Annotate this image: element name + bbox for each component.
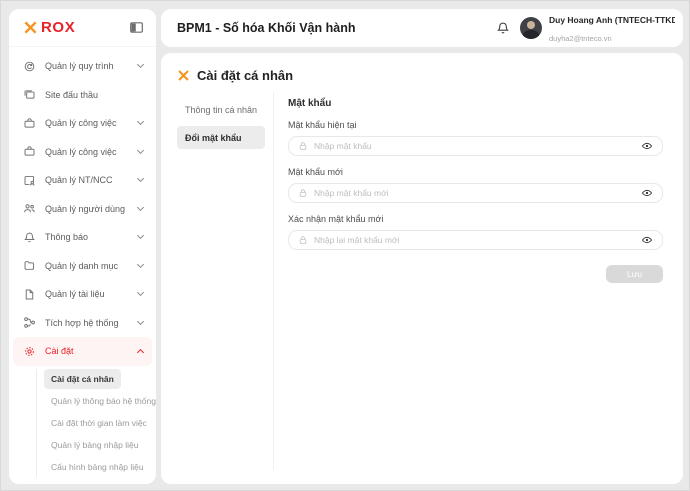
bell-icon xyxy=(23,231,36,244)
tab-personal-info[interactable]: Thông tin cá nhân xyxy=(177,98,265,121)
bell-icon[interactable] xyxy=(496,21,510,35)
panel-collapse-icon[interactable] xyxy=(129,20,144,35)
logo-row: ROX xyxy=(9,9,156,47)
briefcase-icon xyxy=(23,145,36,158)
chevron-down-icon xyxy=(137,204,144,211)
form-heading: Mật khẩu xyxy=(288,98,663,109)
sidebar-item-tasks-1[interactable]: Quản lý công việc xyxy=(9,109,156,138)
sidebar-item-tasks-2[interactable]: Quản lý công việc xyxy=(9,138,156,167)
site-icon xyxy=(23,88,36,101)
confirm-password-input[interactable] xyxy=(314,235,635,245)
sidebar-subitem-personal-settings[interactable]: Cài đặt cá nhân xyxy=(44,369,121,389)
users-icon xyxy=(23,202,36,215)
sidebar-item-ntncc[interactable]: Quản lý NT/NCC xyxy=(9,166,156,195)
sidebar-item-categories[interactable]: Quản lý danh mục xyxy=(9,252,156,281)
lock-icon xyxy=(298,141,308,151)
gear-icon xyxy=(23,345,36,358)
eye-icon[interactable] xyxy=(641,187,653,199)
sidebar-item-label: Quản lý công việc xyxy=(45,147,138,157)
chevron-down-icon xyxy=(137,318,144,325)
eye-icon[interactable] xyxy=(641,234,653,246)
sidebar-item-label: Quản lý NT/NCC xyxy=(45,175,138,185)
app-title: BPM1 - Số hóa Khối Vận hành xyxy=(177,21,355,35)
sidebar-item-label: Quản lý công việc xyxy=(45,118,138,128)
avatar xyxy=(520,17,542,39)
save-button[interactable]: Lưu xyxy=(606,265,663,283)
user-texts: Duy Hoang Anh (TNTECH-TTKD TKT... duyha2… xyxy=(549,10,675,46)
sidebar-nav: Quản lý quy trình Site đấu thầu Quản lý … xyxy=(9,47,156,477)
sidebar-subitem-system-notifications[interactable]: Quản lý thông báo hệ thống xyxy=(44,391,156,411)
sidebar-item-label: Thông báo xyxy=(45,232,138,242)
sidebar-item-users[interactable]: Quản lý người dùng xyxy=(9,195,156,224)
sidebar: ROX Quản lý quy trình Site đấu thầu Quản… xyxy=(9,9,156,484)
new-password-input[interactable] xyxy=(314,188,635,198)
sidebar-subitem-input-table-config[interactable]: Cấu hình bảng nhập liệu xyxy=(44,457,151,477)
user-menu[interactable]: Duy Hoang Anh (TNTECH-TTKD TKT... duyha2… xyxy=(520,10,675,46)
brand-x-icon xyxy=(23,20,38,35)
save-row: Lưu xyxy=(288,265,663,283)
topbar-right: Duy Hoang Anh (TNTECH-TTKD TKT... duyha2… xyxy=(496,10,683,46)
sidebar-item-label: Quản lý tài liệu xyxy=(45,289,138,299)
password-form: Mật khẩu Mật khẩu hiện tại Mật khẩu mới … xyxy=(274,92,683,470)
sidebar-item-label: Quản lý danh mục xyxy=(45,261,138,271)
chevron-down-icon xyxy=(137,175,144,182)
brand-x-icon xyxy=(177,69,190,82)
chevron-down-icon xyxy=(137,147,144,154)
chevron-up-icon xyxy=(137,349,144,356)
sidebar-item-notifications[interactable]: Thông báo xyxy=(9,223,156,252)
sidebar-item-settings[interactable]: Cài đặt xyxy=(13,337,152,366)
sidebar-item-site[interactable]: Site đấu thầu xyxy=(9,81,156,110)
integration-icon xyxy=(23,316,36,329)
content-body: Thông tin cá nhân Đổi mật khẩu Mật khẩu … xyxy=(161,92,683,484)
settings-tabs: Thông tin cá nhân Đổi mật khẩu xyxy=(161,92,273,470)
sidebar-subitem-working-time[interactable]: Cài đặt thời gian làm việc xyxy=(44,413,154,433)
brand-name: ROX xyxy=(41,19,75,36)
new-password-label: Mật khẩu mới xyxy=(288,167,663,177)
sidebar-item-process[interactable]: Quản lý quy trình xyxy=(9,52,156,81)
topbar: BPM1 - Số hóa Khối Vận hành Duy Hoang An… xyxy=(161,9,683,47)
chevron-down-icon xyxy=(137,118,144,125)
confirm-password-wrap xyxy=(288,230,663,250)
sidebar-item-label: Tích hợp hệ thống xyxy=(45,318,138,328)
process-icon xyxy=(23,60,36,73)
sidebar-item-integration[interactable]: Tích hợp hệ thống xyxy=(9,309,156,338)
page-title-row: Cài đặt cá nhân xyxy=(161,53,683,92)
user-email: duyha2@tnteco.vn xyxy=(549,34,612,43)
confirm-password-label: Xác nhận mật khẩu mới xyxy=(288,214,663,224)
chevron-down-icon xyxy=(137,232,144,239)
page-title: Cài đặt cá nhân xyxy=(197,68,293,83)
sidebar-item-label: Quản lý quy trình xyxy=(45,61,138,71)
sidebar-item-label: Quản lý người dùng xyxy=(45,204,138,214)
tab-change-password[interactable]: Đổi mật khẩu xyxy=(177,126,265,149)
monitor-user-icon xyxy=(23,174,36,187)
chevron-down-icon xyxy=(137,289,144,296)
lock-icon xyxy=(298,235,308,245)
sidebar-item-documents[interactable]: Quản lý tài liệu xyxy=(9,280,156,309)
sidebar-item-label: Cài đặt xyxy=(45,346,138,356)
current-password-wrap xyxy=(288,136,663,156)
folder-icon xyxy=(23,259,36,272)
settings-submenu: Cài đặt cá nhân Quản lý thông báo hệ thố… xyxy=(36,369,150,477)
new-password-wrap xyxy=(288,183,663,203)
document-icon xyxy=(23,288,36,301)
eye-icon[interactable] xyxy=(641,140,653,152)
sidebar-subitem-input-tables[interactable]: Quản lý bảng nhập liệu xyxy=(44,435,145,455)
chevron-down-icon xyxy=(137,261,144,268)
user-name: Duy Hoang Anh (TNTECH-TTKD TKT... xyxy=(549,15,675,25)
lock-icon xyxy=(298,188,308,198)
sidebar-item-label: Site đấu thầu xyxy=(45,90,143,100)
briefcase-icon xyxy=(23,117,36,130)
main-content: Cài đặt cá nhân Thông tin cá nhân Đổi mậ… xyxy=(161,53,683,484)
current-password-input[interactable] xyxy=(314,141,635,151)
chevron-down-icon xyxy=(137,61,144,68)
current-password-label: Mật khẩu hiện tại xyxy=(288,120,663,130)
